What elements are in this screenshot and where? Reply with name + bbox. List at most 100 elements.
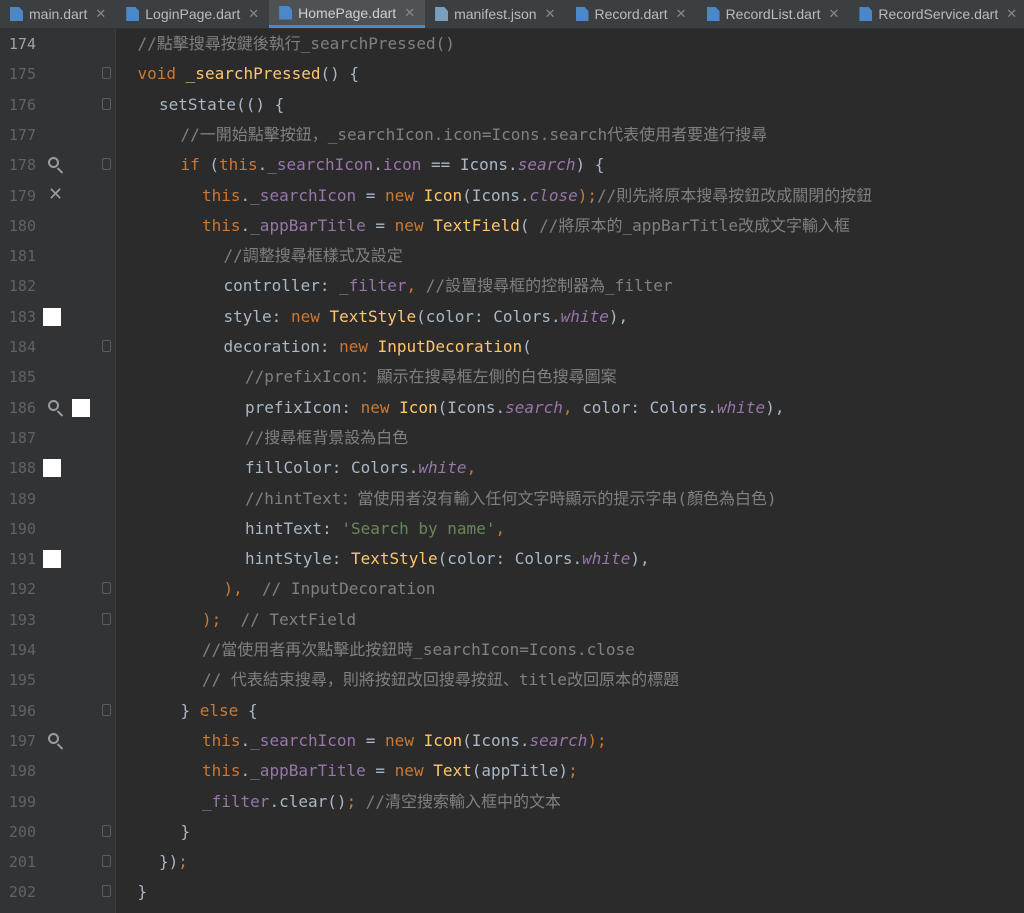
code-token-plain: } — [180, 700, 200, 720]
code-line: 192 ), // InputDecoration — [0, 574, 1024, 604]
code-token-plain: (color: Colors. — [416, 306, 561, 326]
code-text[interactable]: prefixIcon: new Icon(Icons.search, color… — [116, 393, 1024, 423]
tab-manifest-json[interactable]: manifest.json ✕ — [425, 0, 565, 28]
tab-main-dart[interactable]: main.dart ✕ — [0, 0, 116, 28]
code-line: 191 hintStyle: TextStyle(color: Colors.wh… — [0, 544, 1024, 574]
code-token-comment: //則先將原本搜尋按鈕改成關閉的按鈕 — [596, 185, 873, 205]
code-text[interactable]: ); // TextField — [116, 605, 1024, 635]
tab-close-icon[interactable]: ✕ — [248, 6, 259, 22]
fold-marker-icon[interactable] — [102, 612, 111, 625]
tab-record-dart[interactable]: Record.dart ✕ — [566, 0, 697, 28]
code-text[interactable]: //一開始點擊按鈕，_searchIcon.icon=Icons.search代… — [116, 120, 1024, 150]
tab-recordservice-dart[interactable]: RecordService.dart ✕ — [849, 0, 1024, 28]
tab-close-icon[interactable]: ✕ — [404, 5, 415, 21]
line-number: 181 — [8, 247, 36, 266]
code-text[interactable]: style: new TextStyle(color: Colors.white… — [116, 302, 1024, 332]
fold-marker-icon[interactable] — [102, 97, 111, 110]
tab-recordlist-dart[interactable]: RecordList.dart ✕ — [697, 0, 850, 28]
tab-label: RecordService.dart — [878, 6, 999, 22]
code-text[interactable]: //調整搜尋框樣式及設定 — [116, 241, 1024, 271]
tab-close-icon[interactable]: ✕ — [829, 6, 840, 22]
code-token-keyword: this — [219, 155, 258, 175]
code-text[interactable]: this._searchIcon = new Icon(Icons.search… — [116, 726, 1024, 756]
code-text[interactable]: decoration: new InputDecoration( — [116, 332, 1024, 362]
code-text[interactable]: //hintText：當使用者沒有輸入任何文字時顯示的提示字串(顏色為白色) — [116, 484, 1024, 514]
code-text[interactable]: ), // InputDecoration — [116, 574, 1024, 604]
code-line: 200} — [0, 817, 1024, 847]
line-number: 192 — [8, 580, 36, 599]
fold-marker-icon[interactable] — [102, 340, 111, 352]
code-text[interactable]: } — [116, 877, 1024, 907]
white-swatch[interactable] — [43, 550, 61, 569]
code-token-comment: //prefixIcon：顯示在搜尋框左側的白色搜尋圖案 — [245, 367, 617, 387]
code-text[interactable]: this._appBarTitle = new TextField( //將原本… — [116, 211, 1024, 241]
line-number: 201 — [8, 853, 36, 872]
tab-close-icon[interactable]: ✕ — [95, 6, 106, 22]
code-editor[interactable]: 174 //點擊搜尋按鍵後執行_searchPressed() 175 void _s… — [0, 29, 1024, 913]
code-token-field: white — [418, 458, 467, 478]
code-text[interactable]: this._appBarTitle = new Text(appTitle); — [116, 756, 1024, 786]
magnifier-icon[interactable] — [48, 732, 59, 744]
magnifier-icon[interactable] — [48, 399, 59, 411]
line-number: 185 — [8, 368, 36, 387]
code-token-field: search — [505, 397, 563, 417]
code-text[interactable]: hintText: 'Search by name', — [116, 514, 1024, 544]
code-text[interactable]: this._searchIcon = new Icon(Icons.close)… — [116, 181, 1024, 211]
code-token-class: TextStyle — [350, 549, 438, 569]
code-text[interactable]: fillColor: Colors.white, — [116, 453, 1024, 483]
code-token-comment: //設置搜尋框的控制器為_filter — [425, 276, 673, 296]
tab-label: HomePage.dart — [298, 4, 397, 21]
white-swatch[interactable] — [43, 459, 61, 478]
code-text[interactable]: }); — [116, 847, 1024, 877]
code-line: 175 void _searchPressed() { — [0, 59, 1024, 89]
code-token-comment: //調整搜尋框樣式及設定 — [223, 246, 403, 266]
line-number: 193 — [8, 610, 36, 629]
code-text[interactable]: void _searchPressed() { — [116, 59, 1024, 89]
code-token-keyword: , — [406, 276, 426, 296]
fold-marker-icon[interactable] — [102, 158, 111, 171]
code-text[interactable]: controller: _filter, //設置搜尋框的控制器為_filter — [116, 271, 1024, 301]
code-token-plain: ( — [519, 215, 540, 235]
tab-close-icon[interactable]: ✕ — [676, 6, 687, 22]
code-token-plain: (appTitle) — [471, 761, 569, 781]
code-text[interactable]: //當使用者再次點擊此按鈕時_searchIcon=Icons.close — [116, 635, 1024, 665]
tab-close-icon[interactable]: ✕ — [1006, 6, 1017, 22]
code-line: 185 //prefixIcon：顯示在搜尋框左側的白色搜尋圖案 — [0, 362, 1024, 392]
magnifier-icon[interactable] — [48, 157, 59, 169]
code-text[interactable]: if (this._searchIcon.icon == Icons.searc… — [116, 150, 1024, 180]
tab-homepage-dart[interactable]: HomePage.dart ✕ — [269, 0, 426, 28]
close-icon[interactable]: ✕ — [48, 185, 63, 203]
code-text[interactable]: setState(() { — [116, 90, 1024, 120]
code-text[interactable]: hintStyle: TextStyle(color: Colors.white… — [116, 544, 1024, 574]
code-text[interactable]: } — [116, 817, 1024, 847]
code-text[interactable]: } else { — [116, 696, 1024, 726]
code-token-plain: . — [257, 155, 268, 175]
code-token-keyword: ; — [346, 791, 366, 811]
line-number: 178 — [8, 156, 36, 175]
code-text[interactable]: //點擊搜尋按鍵後執行_searchPressed() — [116, 29, 1024, 59]
white-swatch[interactable] — [72, 398, 90, 417]
code-token-plain: . — [240, 730, 251, 750]
fold-marker-icon[interactable] — [102, 824, 111, 837]
code-line: 174 //點擊搜尋按鍵後執行_searchPressed() — [0, 29, 1024, 59]
tab-close-icon[interactable]: ✕ — [545, 6, 556, 22]
code-text[interactable]: //prefixIcon：顯示在搜尋框左側的白色搜尋圖案 — [116, 362, 1024, 392]
code-token-keyword: , — [495, 518, 506, 538]
code-token-keyword: this — [202, 730, 241, 750]
fold-marker-icon[interactable] — [102, 855, 111, 868]
fold-marker-icon[interactable] — [102, 67, 111, 80]
code-text[interactable]: _filter.clear(); //清空搜索輸入框中的文本 — [116, 787, 1024, 817]
fold-marker-icon[interactable] — [102, 582, 111, 595]
line-number: 198 — [8, 762, 36, 781]
code-text[interactable]: //搜尋框背景設為白色 — [116, 423, 1024, 453]
fold-marker-icon[interactable] — [102, 885, 111, 898]
fold-marker-icon[interactable] — [102, 703, 111, 716]
tab-loginpage-dart[interactable]: LoginPage.dart ✕ — [116, 0, 269, 28]
code-token-plain: hintStyle: — [245, 549, 351, 569]
code-token-plain: ) { — [575, 155, 605, 175]
code-token-comment: //當使用者再次點擊此按鈕時_searchIcon=Icons.close — [202, 640, 635, 659]
code-text[interactable]: // 代表結束搜尋，則將按鈕改回搜尋按鈕、title改回原本的標題 — [116, 665, 1024, 695]
code-token-keyword: new — [394, 761, 434, 781]
line-number: 183 — [8, 307, 36, 326]
white-swatch[interactable] — [43, 307, 61, 326]
